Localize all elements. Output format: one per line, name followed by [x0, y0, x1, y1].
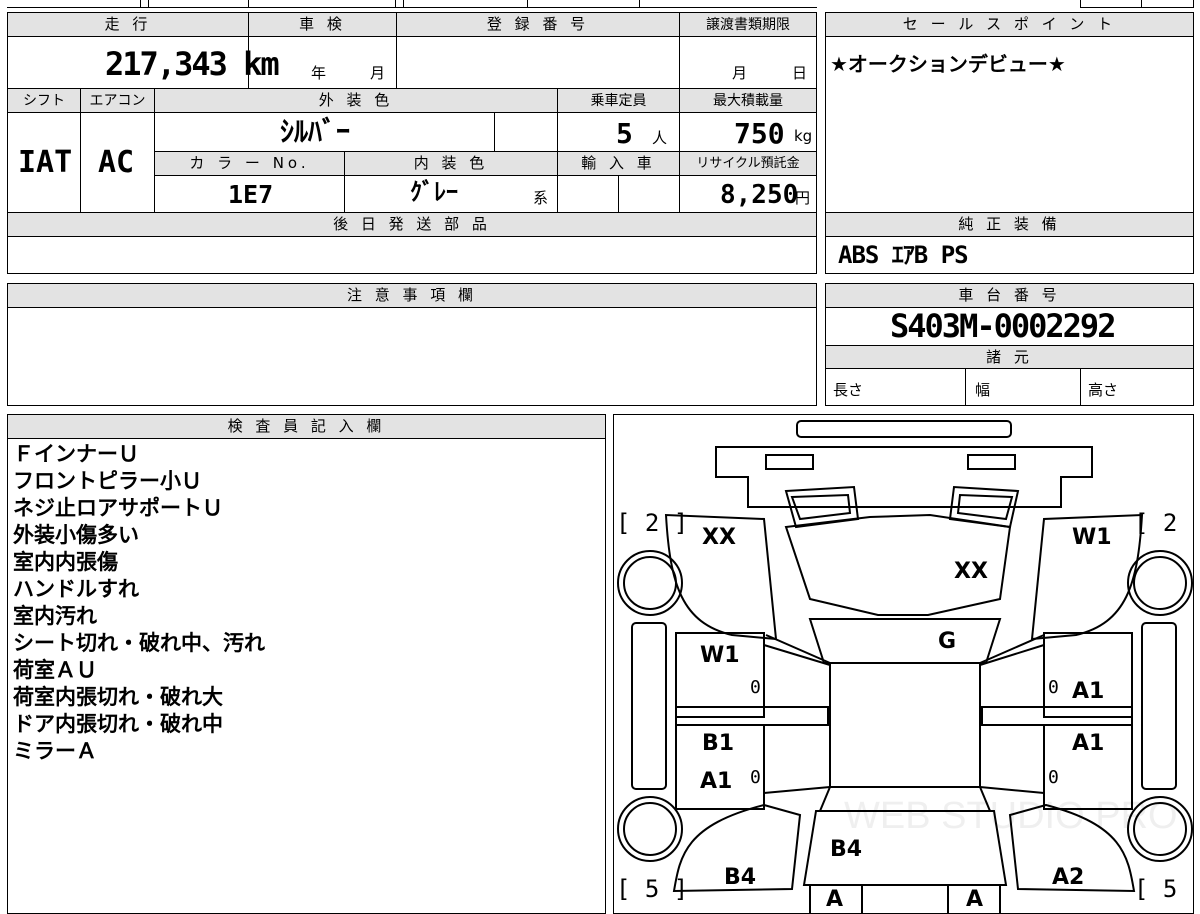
rear-left-quarter-code: B4	[724, 865, 757, 890]
note-line: ハンドルすれ	[13, 577, 139, 601]
watermark: WEB STUDIO PRO	[844, 795, 1178, 837]
shift-header: シフト	[7, 88, 81, 113]
rear-bumper-right-code: A	[966, 887, 984, 912]
roof-code: G	[938, 629, 957, 654]
front-left-door-zero: 0	[750, 677, 761, 698]
transfer-deadline-header: 譲渡書類期限	[679, 12, 817, 37]
chassis-value: S403M-0002292	[890, 307, 1116, 345]
car-diagram: [ 2 ] [ 2 ] [ 5 ] [ 5 ] XX XX W1 G W1 0 …	[613, 414, 1194, 914]
aircon-header: エアコン	[80, 88, 155, 113]
max-load-value: 750	[734, 117, 785, 150]
inspector-header: 検 査 員 記 入 欄	[7, 414, 606, 439]
exterior-color-header: 外 装 色	[154, 88, 558, 113]
shift-value: IAT	[18, 145, 73, 180]
mileage-header: 走 行	[7, 12, 249, 37]
later-parts-area	[7, 237, 817, 274]
chassis-header: 車 台 番 号	[825, 283, 1194, 308]
rear-left-door-zero: 0	[750, 767, 761, 788]
capacity-value: 5	[616, 117, 633, 150]
inspector-notes: ＦインナーＵ フロントピラー小Ｕ ネジ止ロアサポートＵ 外装小傷多い 室内内張傷…	[13, 441, 265, 765]
later-parts-header: 後 日 発 送 部 品	[7, 212, 817, 237]
shaken-year-label: 年	[311, 64, 327, 82]
exterior-color-value: ｼﾙﾊﾞｰ	[280, 115, 351, 148]
bracket-rear-right: [ 5 ]	[1134, 875, 1193, 903]
max-load-header: 最大積載量	[679, 88, 817, 113]
rear-left-door-lower-code: A1	[700, 769, 733, 794]
color-no-header: カ ラ ー No.	[154, 151, 345, 176]
interior-color-value: ｸﾞﾚｰ	[410, 178, 458, 206]
note-line: ＦインナーＵ	[13, 442, 139, 466]
specs-height-label: 高さ	[1088, 381, 1119, 399]
specs-length-label: 長さ	[833, 381, 864, 399]
bracket-rear-left: [ 5 ]	[616, 875, 689, 903]
note-line: ミラーＡ	[13, 739, 97, 763]
tailgate-code: B4	[830, 837, 863, 862]
note-line: ドア内張切れ・破れ中	[13, 712, 223, 736]
recycle-fee-value: 8,250	[720, 180, 799, 210]
note-line: シート切れ・破れ中、汚れ	[13, 631, 265, 655]
registration-header: 登 録 番 号	[396, 12, 680, 37]
specs-header: 諸 元	[825, 345, 1194, 369]
recycle-fee-header: リサイクル預託金	[679, 151, 817, 176]
note-line: ネジ止ロアサポートＵ	[13, 496, 223, 520]
shaken-month-label: 月	[370, 64, 386, 82]
note-line: 荷室ＡＵ	[13, 658, 97, 682]
rear-right-quarter-code: A2	[1052, 865, 1085, 890]
top-strip	[7, 0, 817, 8]
rear-right-door-zero: 0	[1048, 767, 1059, 788]
note-line: 荷室内張切れ・破れ大	[13, 685, 223, 709]
notice-header: 注 意 事 項 欄	[7, 283, 817, 308]
import-car-header: 輸 入 車	[557, 151, 680, 176]
front-left-fender-code: XX	[702, 525, 736, 550]
note-line: 外装小傷多い	[13, 523, 139, 547]
capacity-unit: 人	[652, 129, 668, 147]
specs-width-label: 幅	[975, 381, 991, 399]
front-right-fender-code: W1	[1072, 525, 1112, 550]
bracket-front-left: [ 2 ]	[616, 509, 689, 537]
standard-equipment-text: ABS ｴｱB PS	[838, 241, 969, 269]
note-line: 室内汚れ	[13, 604, 97, 628]
front-right-door-code: A1	[1072, 679, 1105, 704]
color-no-value: 1E7	[228, 180, 274, 209]
aircon-value: AC	[98, 145, 135, 180]
interior-color-suffix: 系	[533, 189, 549, 207]
rear-left-door-upper-code: B1	[702, 731, 735, 756]
recycle-fee-unit: 円	[795, 189, 811, 207]
rear-right-door-code: A1	[1072, 731, 1105, 756]
standard-equipment-header: 純 正 装 備	[825, 212, 1194, 237]
sales-point-text: ★オークションデビュー★	[830, 52, 1066, 76]
sales-point-header: セ ー ル ス ポ イ ン ト	[825, 12, 1194, 37]
front-left-door-code: W1	[700, 643, 740, 668]
top-strip-right	[1080, 0, 1194, 8]
hood-code: XX	[954, 559, 988, 584]
capacity-header: 乗車定員	[557, 88, 680, 113]
transfer-month-label: 月	[732, 64, 748, 82]
interior-color-header: 内 装 色	[344, 151, 558, 176]
front-right-door-zero: 0	[1048, 677, 1059, 698]
rear-bumper-left-code: A	[826, 887, 844, 912]
max-load-unit: kg	[794, 127, 813, 145]
note-line: 室内内張傷	[13, 550, 118, 574]
bracket-front-right: [ 2 ]	[1134, 509, 1193, 537]
shaken-header: 車 検	[248, 12, 397, 37]
transfer-day-label: 日	[792, 64, 808, 82]
note-line: フロントピラー小Ｕ	[13, 469, 202, 493]
mileage-value: 217,343 km	[105, 45, 280, 83]
